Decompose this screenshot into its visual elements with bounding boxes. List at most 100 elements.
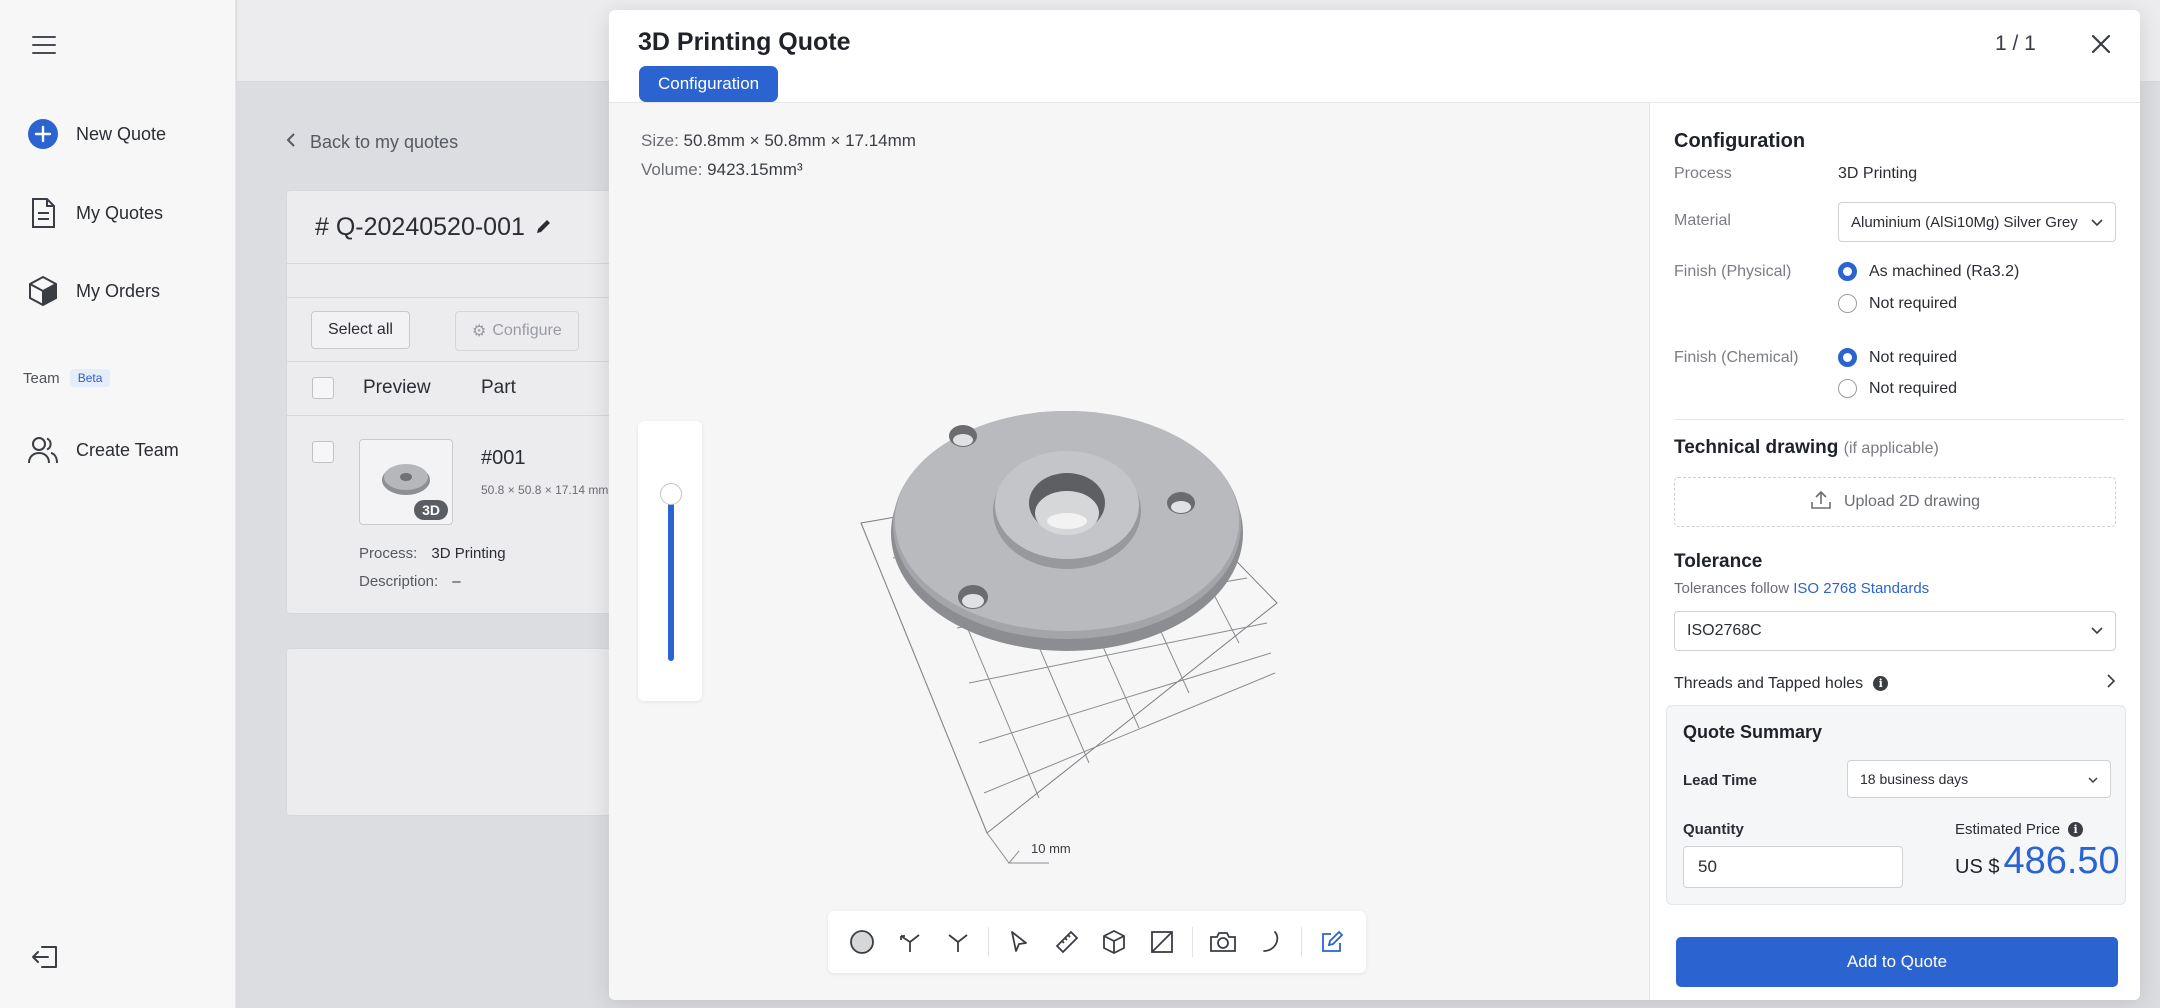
quantity-label: Quantity [1683, 821, 1744, 838]
part-number: #001 [481, 447, 526, 469]
sidebar-item-label: New Quote [76, 123, 167, 144]
quote-summary: Quote Summary Lead Time 18 business days… [1666, 705, 2126, 905]
tech-drawing-title-text: Technical drawing [1674, 437, 1839, 458]
axis-split-icon[interactable] [934, 918, 982, 966]
radio-label: Not required [1869, 348, 1958, 366]
column-header-preview: Preview [363, 377, 431, 398]
tolerance-note: Tolerances follow ISO 2768 Standards [1674, 580, 1929, 597]
estimated-price: US $ 486.50 [1955, 840, 2120, 883]
close-icon[interactable] [2087, 30, 2117, 60]
tab-configuration[interactable]: Configuration [639, 66, 779, 102]
size-value: 50.8mm × 50.8mm × 17.14mm [683, 131, 916, 150]
configure-button[interactable]: ⚙ Configure [455, 311, 579, 351]
radio-unselected[interactable] [1838, 294, 1857, 313]
modal-title: 3D Printing Quote [638, 28, 851, 56]
upload-drawing-button[interactable]: Upload 2D drawing [1674, 477, 2116, 527]
radio-label: Not required [1869, 379, 1958, 397]
section-slider-panel [638, 421, 702, 701]
scale-label: 10 mm [1031, 841, 1071, 856]
quote-modal: 3D Printing Quote Configuration 1 / 1 Si… [609, 10, 2140, 1000]
sidebar-item-new-quote[interactable]: New Quote [26, 117, 166, 151]
chevron-down-icon [2091, 622, 2103, 640]
camera-icon[interactable] [1199, 918, 1247, 966]
team-label: Team [23, 369, 60, 387]
size-label: Size: [641, 131, 679, 150]
menu-icon[interactable] [32, 34, 58, 56]
info-icon[interactable]: i [1873, 676, 1889, 691]
config-title: Configuration [1674, 130, 1806, 152]
volume-readout: Volume: 9423.15mm³ [641, 160, 803, 180]
sidebar: New Quote My Quotes My Orders Team Beta … [0, 0, 236, 1008]
cube-icon[interactable] [1091, 918, 1139, 966]
model-viewer[interactable]: Size: 50.8mm × 50.8mm × 17.14mm Volume: … [609, 103, 1649, 1000]
sidebar-item-label: My Orders [76, 280, 161, 301]
summary-title: Quote Summary [1683, 722, 1823, 742]
edit-icon[interactable] [1308, 918, 1356, 966]
upload-icon [1810, 490, 1832, 515]
part-thumbnail[interactable]: 3D [359, 439, 453, 525]
slider-handle[interactable] [660, 483, 682, 505]
part-size: 50.8 × 50.8 × 17.14 mm [481, 483, 609, 497]
pencil-icon[interactable] [535, 213, 553, 242]
finish-chemical-option-1[interactable]: Not required [1838, 348, 1957, 367]
chevron-down-icon [2091, 214, 2103, 231]
part-3d-model[interactable]: 10 mm [809, 353, 1329, 913]
add-to-quote-button[interactable]: Add to Quote [1676, 937, 2118, 987]
process-value: 3D Printing [431, 545, 506, 562]
part-process: Process: 3D Printing [359, 545, 506, 562]
currency: US $ [1955, 856, 2000, 878]
price-label-text: Estimated Price [1955, 821, 2061, 838]
tech-drawing-note: (if applicable) [1843, 440, 1939, 457]
chevron-down-icon [2088, 771, 2098, 787]
material-select[interactable]: Aluminium (AlSi10Mg) Silver Grey [1838, 202, 2116, 242]
beta-badge: Beta [69, 369, 111, 387]
radio-unselected[interactable] [1838, 379, 1857, 398]
back-to-quotes-link[interactable]: Back to my quotes [286, 132, 458, 153]
ruler-icon[interactable] [1043, 918, 1091, 966]
threads-label: Threads and Tapped holes [1674, 674, 1864, 692]
tolerance-select[interactable]: ISO2768C [1674, 611, 2116, 651]
pager: 1 / 1 [1995, 32, 2036, 55]
iso-2768-link[interactable]: ISO 2768 Standards [1793, 580, 1929, 597]
pointer-icon[interactable] [995, 918, 1043, 966]
sidebar-item-create-team[interactable]: Create Team [26, 433, 179, 467]
column-header-part: Part [481, 377, 516, 398]
radio-label: As machined (Ra3.2) [1869, 262, 2020, 280]
sidebar-item-my-quotes[interactable]: My Quotes [26, 196, 163, 230]
sphere-view-icon[interactable] [838, 918, 886, 966]
radio-selected[interactable] [1838, 348, 1857, 367]
row-checkbox[interactable] [312, 441, 334, 463]
process-value: 3D Printing [1838, 165, 1918, 182]
users-icon [26, 433, 60, 467]
section-plane-icon[interactable] [1138, 918, 1186, 966]
tolerance-value: ISO2768C [1687, 622, 1762, 639]
curve-icon[interactable] [1247, 918, 1295, 966]
select-all-checkbox[interactable] [312, 377, 334, 399]
info-icon[interactable]: i [2068, 822, 2084, 837]
axis-view-icon[interactable] [886, 918, 934, 966]
quote-id-text: # Q-20240520-001 [315, 213, 525, 241]
sidebar-item-label: My Quotes [76, 202, 164, 223]
finish-physical-option-2[interactable]: Not required [1838, 294, 1957, 313]
logout-icon[interactable] [30, 943, 62, 973]
document-icon [26, 196, 60, 230]
process-label: Process [1674, 165, 1732, 182]
sidebar-item-my-orders[interactable]: My Orders [26, 274, 160, 308]
finish-chemical-option-2[interactable]: Not required [1838, 379, 1957, 398]
threads-tapped-holes-row[interactable]: Threads and Tapped holes i [1674, 674, 2116, 693]
radio-selected[interactable] [1838, 262, 1857, 281]
lead-time-label: Lead Time [1683, 772, 1757, 789]
finish-physical-option-1[interactable]: As machined (Ra3.2) [1838, 262, 2019, 281]
quantity-input[interactable]: 50 [1683, 846, 1903, 888]
empty-card [286, 648, 626, 816]
select-all-button[interactable]: Select all [311, 311, 410, 349]
size-readout: Size: 50.8mm × 50.8mm × 17.14mm [641, 131, 916, 151]
3d-badge: 3D [414, 500, 448, 520]
lead-time-select[interactable]: 18 business days [1847, 760, 2111, 798]
slider-track[interactable] [668, 493, 674, 661]
configuration-panel: Configuration Process 3D Printing Materi… [1649, 103, 2140, 1000]
quote-id: # Q-20240520-001 [315, 213, 553, 242]
plus-circle-icon [26, 117, 60, 151]
estimated-price-label: Estimated Price i [1955, 821, 2084, 838]
chevron-left-icon [286, 132, 296, 153]
